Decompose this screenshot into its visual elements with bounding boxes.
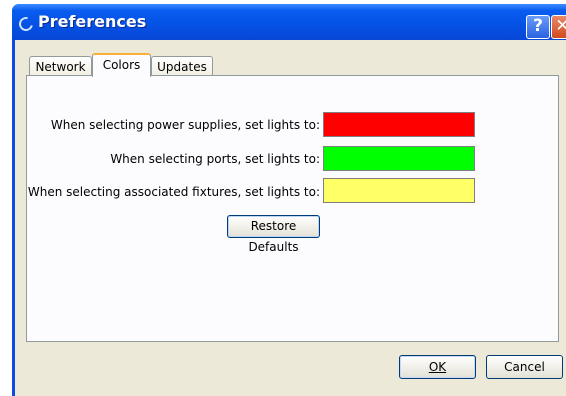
dialog-client-area: Network Colors Updates When selecting po…	[15, 40, 566, 396]
tab-colors[interactable]: Colors	[92, 53, 151, 77]
help-button[interactable]: ?	[526, 15, 550, 39]
restore-defaults-button[interactable]: Restore Defaults	[227, 215, 320, 254]
ports-label: When selecting ports, set lights to:	[110, 152, 320, 166]
tab-updates[interactable]: Updates	[151, 56, 213, 76]
close-button[interactable]: ✕	[551, 15, 566, 39]
colors-panel: When selecting power supplies, set light…	[26, 75, 559, 342]
power-supplies-color-swatch[interactable]	[323, 112, 475, 137]
cancel-button[interactable]: Cancel	[486, 355, 563, 379]
power-supplies-label: When selecting power supplies, set light…	[50, 118, 320, 132]
preferences-dialog: Preferences ? ✕ Network Colors Updates W…	[12, 4, 566, 396]
ok-button-label: OK	[428, 360, 447, 374]
associated-fixtures-color-swatch[interactable]	[323, 178, 475, 203]
ok-button[interactable]: OK	[399, 355, 476, 379]
ports-color-swatch[interactable]	[323, 146, 475, 171]
refresh-icon	[16, 14, 36, 34]
associated-fixtures-label: When selecting associated fixtures, set …	[27, 185, 320, 199]
title-bar[interactable]: Preferences ? ✕	[12, 4, 566, 40]
tab-network[interactable]: Network	[29, 56, 92, 76]
window-title: Preferences	[38, 12, 147, 31]
